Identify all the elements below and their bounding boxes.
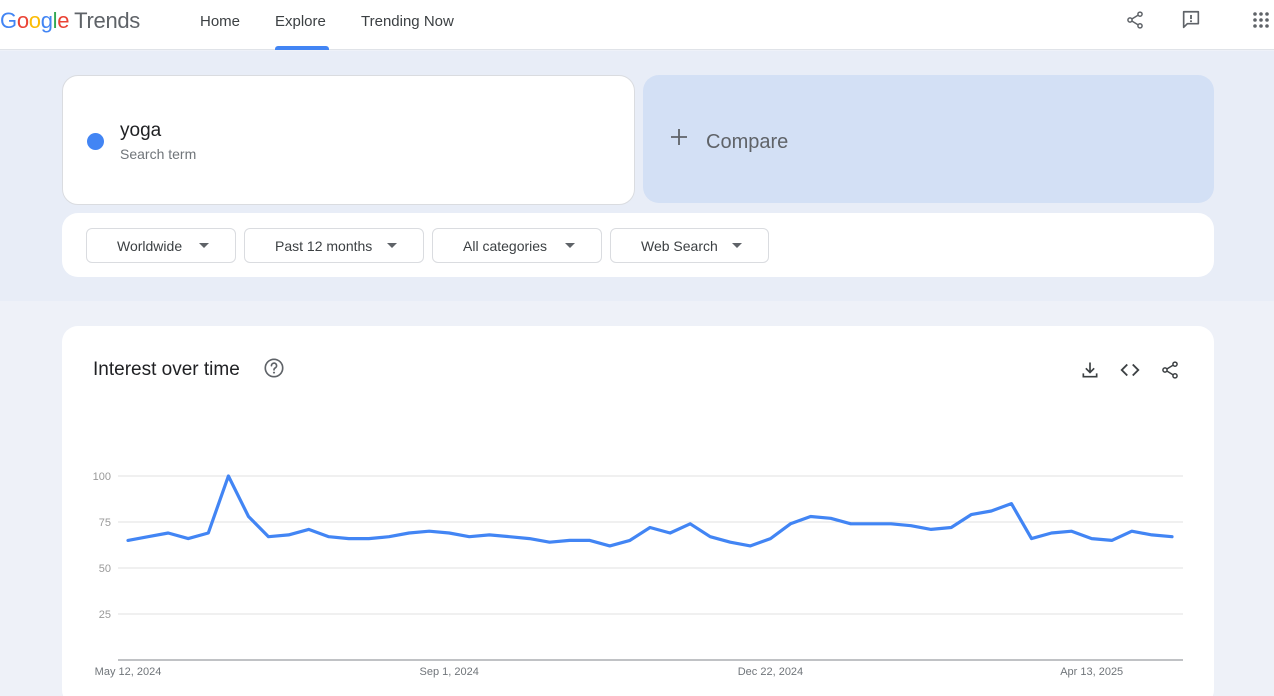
- logo-letter: e: [57, 8, 70, 33]
- category-filter[interactable]: All categories: [432, 228, 602, 263]
- region-filter[interactable]: Worldwide: [86, 228, 236, 263]
- top-bar: Google Trends Home Explore Trending Now: [0, 0, 1274, 50]
- plus-icon: [671, 129, 687, 145]
- search-term-name[interactable]: yoga: [120, 120, 161, 142]
- apps-grid-icon[interactable]: [1247, 6, 1274, 34]
- region-filter-label: Worldwide: [117, 237, 183, 254]
- search-term-card[interactable]: yoga Search term: [62, 75, 635, 205]
- logo-product-name: Trends: [74, 8, 141, 33]
- nav-explore[interactable]: Explore: [275, 13, 326, 30]
- interest-over-time-title: Interest over time: [93, 359, 240, 380]
- dropdown-arrow-icon: [387, 243, 397, 248]
- feedback-icon[interactable]: [1177, 6, 1205, 34]
- logo-letter: G: [0, 8, 17, 33]
- nav-trending-now[interactable]: Trending Now: [361, 13, 454, 30]
- interest-over-time-card: Interest over time: [62, 326, 1214, 696]
- nav-active-indicator: [275, 46, 329, 50]
- dropdown-arrow-icon: [199, 243, 209, 248]
- google-trends-logo[interactable]: Google Trends: [0, 8, 140, 34]
- search-property-filter[interactable]: Web Search: [610, 228, 769, 263]
- search-term-subtitle: Search term: [120, 146, 197, 162]
- term-color-dot: [87, 133, 104, 150]
- dropdown-arrow-icon: [732, 243, 742, 248]
- dropdown-arrow-icon: [565, 243, 575, 248]
- download-icon[interactable]: [1078, 358, 1102, 382]
- embed-icon[interactable]: [1118, 358, 1142, 382]
- nav-home[interactable]: Home: [200, 13, 240, 30]
- help-icon[interactable]: [263, 357, 285, 379]
- logo-letter: g: [40, 8, 53, 33]
- logo-letter: o: [16, 8, 29, 33]
- compare-label: Compare: [706, 131, 789, 153]
- search-property-filter-label: Web Search: [641, 237, 718, 254]
- category-filter-label: All categories: [463, 237, 548, 254]
- compare-button[interactable]: Compare: [643, 75, 1214, 203]
- share-icon[interactable]: [1121, 6, 1149, 34]
- time-range-filter-label: Past 12 months: [275, 237, 373, 254]
- logo-letter: o: [28, 8, 41, 33]
- filter-bar: Worldwide Past 12 months All categories …: [62, 213, 1214, 277]
- time-range-filter[interactable]: Past 12 months: [244, 228, 424, 263]
- share-icon[interactable]: [1158, 358, 1182, 382]
